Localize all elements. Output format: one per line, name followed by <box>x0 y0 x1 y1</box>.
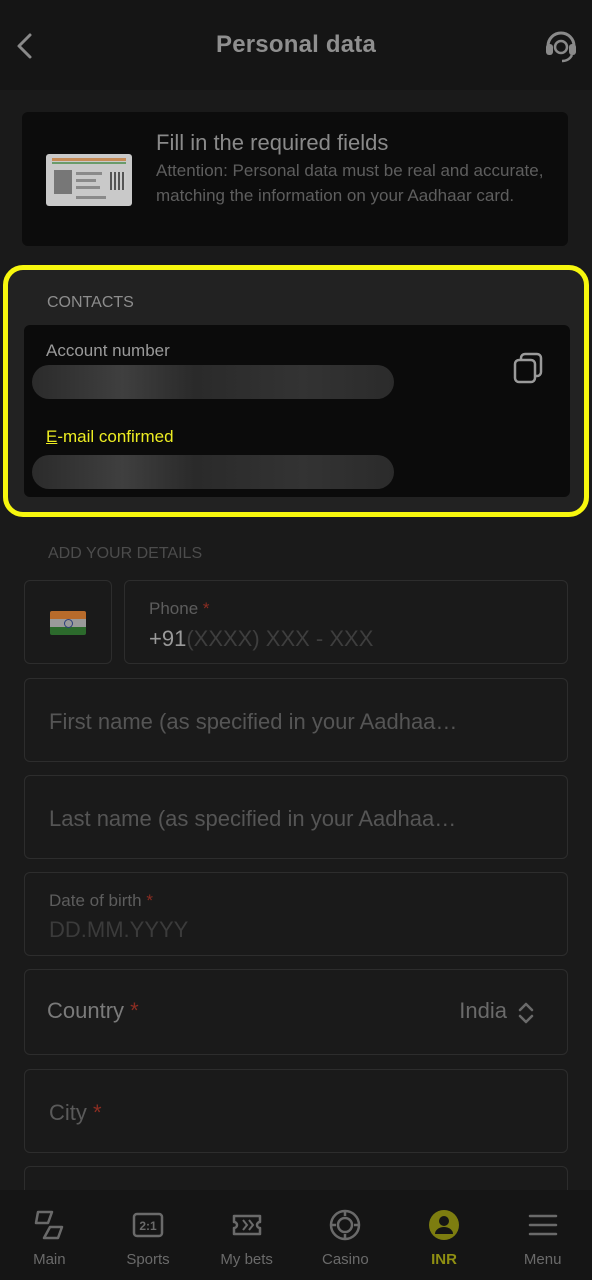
add-details-section-label: ADD YOUR DETAILS <box>48 545 203 562</box>
nav-label-my-bets: My bets <box>220 1251 273 1268</box>
city-field[interactable]: City * <box>24 1069 568 1153</box>
nav-item-my-bets[interactable]: My bets <box>197 1190 296 1280</box>
headset-icon[interactable] <box>542 26 580 64</box>
sports-icon: 2:1 <box>132 1212 164 1238</box>
user-icon <box>429 1210 460 1240</box>
casino-chip-icon <box>330 1209 361 1241</box>
nav-label-sports: Sports <box>126 1251 170 1268</box>
menu-icon <box>528 1214 557 1236</box>
nav-item-inr[interactable]: INR <box>395 1190 494 1280</box>
phone-input[interactable]: +91(XXXX) XXX - XXX <box>149 626 373 652</box>
info-title: Fill in the required fields <box>156 130 389 155</box>
nav-item-main[interactable]: Main <box>0 1190 99 1280</box>
chevron-left-icon[interactable] <box>12 30 40 62</box>
first-name-field[interactable]: First name (as specified in your Aadhaa… <box>24 678 568 762</box>
svg-text:2:1: 2:1 <box>139 1219 157 1233</box>
ticket-icon <box>232 1214 261 1236</box>
contacts-section: CONTACTS Account number E-mail confirmed <box>3 265 589 517</box>
info-card: Fill in the required fields Attention: P… <box>22 112 568 246</box>
phone-field[interactable]: Phone * +91(XXXX) XXX - XXX <box>124 580 568 664</box>
bottom-navigation: Main 2:1 Sports My bets Casino INR Menu <box>0 1190 592 1280</box>
info-text: Attention: Personal data must be real an… <box>156 161 544 205</box>
date-of-birth-input[interactable]: DD.MM.YYYY <box>49 917 188 943</box>
page-title: Personal data <box>216 31 376 58</box>
last-name-input[interactable]: Last name (as specified in your Aadhaa… <box>49 806 489 832</box>
nav-item-casino[interactable]: Casino <box>296 1190 395 1280</box>
country-select[interactable]: Country * India <box>24 969 568 1055</box>
nav-item-sports[interactable]: 2:1 Sports <box>99 1190 198 1280</box>
last-name-field[interactable]: Last name (as specified in your Aadhaa… <box>24 775 568 859</box>
nav-label-casino: Casino <box>322 1251 369 1268</box>
chevron-up-down-icon <box>518 1002 534 1024</box>
copy-icon[interactable] <box>512 351 544 385</box>
country-label: Country * <box>47 998 139 1023</box>
account-number-label: Account number <box>46 341 170 360</box>
country-code-selector[interactable] <box>24 580 112 664</box>
aadhaar-card-icon <box>46 154 132 206</box>
first-name-input[interactable]: First name (as specified in your Aadhaa… <box>49 709 489 735</box>
india-flag-icon <box>50 611 86 635</box>
email-value-redacted <box>32 455 394 489</box>
nav-label-inr: INR <box>431 1251 457 1268</box>
city-label: City * <box>49 1100 102 1125</box>
email-confirmed-label: E-mail confirmed <box>46 427 174 446</box>
phone-label: Phone * <box>149 599 210 618</box>
date-of-birth-field[interactable]: Date of birth * DD.MM.YYYY <box>24 872 568 956</box>
country-value: India <box>459 998 507 1023</box>
main-icon <box>35 1210 64 1240</box>
app-header: Personal data <box>0 0 592 90</box>
contacts-card: Account number E-mail confirmed <box>24 325 570 497</box>
date-of-birth-label: Date of birth * <box>49 891 153 910</box>
account-number-value-redacted <box>32 365 394 399</box>
contacts-section-label: CONTACTS <box>47 294 134 311</box>
nav-label-menu: Menu <box>523 1251 562 1268</box>
nav-label-main: Main <box>33 1251 66 1268</box>
nav-item-menu[interactable]: Menu <box>493 1190 592 1280</box>
